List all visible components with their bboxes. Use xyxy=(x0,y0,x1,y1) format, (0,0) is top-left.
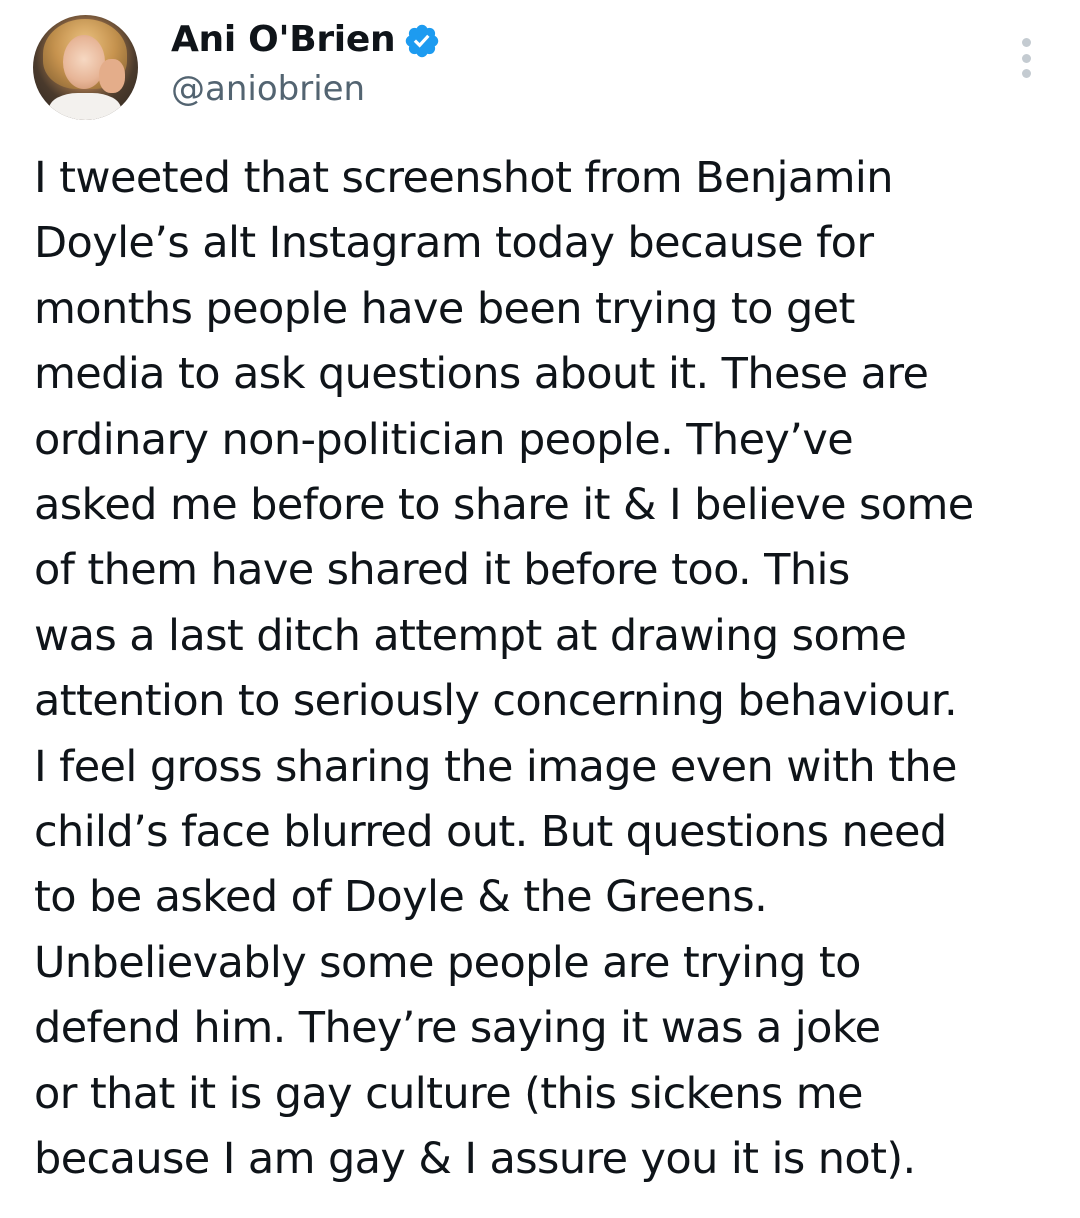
tweet-text-line: because I am gay & I assure you it is no… xyxy=(34,1134,916,1185)
tweet-text-line: I feel gross sharing the image even with… xyxy=(34,741,957,792)
tweet-text-line: defend him. They’re saying it was a joke xyxy=(34,1003,881,1054)
tweet-text-line: Unbelievably some people are trying to xyxy=(34,937,861,988)
tweet: Ani O'Brien @aniobrien I tweeted that sc… xyxy=(0,0,1080,1218)
tweet-text-line: was a last ditch attempt at drawing some xyxy=(34,610,907,661)
more-dot xyxy=(1021,69,1031,78)
verified-badge-icon xyxy=(403,22,441,60)
tweet-text: I tweeted that screenshot from Benjamin … xyxy=(34,146,1064,1193)
author-name-row: Ani O'Brien xyxy=(171,16,441,64)
author-display-name[interactable]: Ani O'Brien xyxy=(171,16,396,64)
tweet-text-line: asked me before to share it & I believe … xyxy=(34,480,974,531)
more-dot xyxy=(1021,38,1031,47)
tweet-text-line: or that it is gay culture (this sickens … xyxy=(34,1068,864,1119)
tweet-text-line: child’s face blurred out. But questions … xyxy=(34,807,947,858)
tweet-text-line: to be asked of Doyle & the Greens. xyxy=(34,872,768,923)
tweet-text-line: Doyle’s alt Instagram today because for xyxy=(34,218,874,269)
tweet-text-line: of them have shared it before too. This xyxy=(34,545,850,596)
avatar[interactable] xyxy=(33,15,138,120)
more-dot xyxy=(1021,53,1031,63)
tweet-text-line: media to ask questions about it. These a… xyxy=(34,349,929,400)
tweet-text-line: I tweeted that screenshot from Benjamin xyxy=(34,153,894,203)
avatar-hand xyxy=(99,59,125,93)
tweet-text-line: months people have been trying to get xyxy=(34,283,855,334)
more-options-icon[interactable] xyxy=(1010,38,1042,78)
tweet-text-line: attention to seriously concerning behavi… xyxy=(34,676,958,727)
tweet-text-line: ordinary non-politician people. They’ve xyxy=(34,414,854,465)
author-handle[interactable]: @aniobrien xyxy=(171,66,365,112)
avatar-shirt xyxy=(49,93,121,120)
